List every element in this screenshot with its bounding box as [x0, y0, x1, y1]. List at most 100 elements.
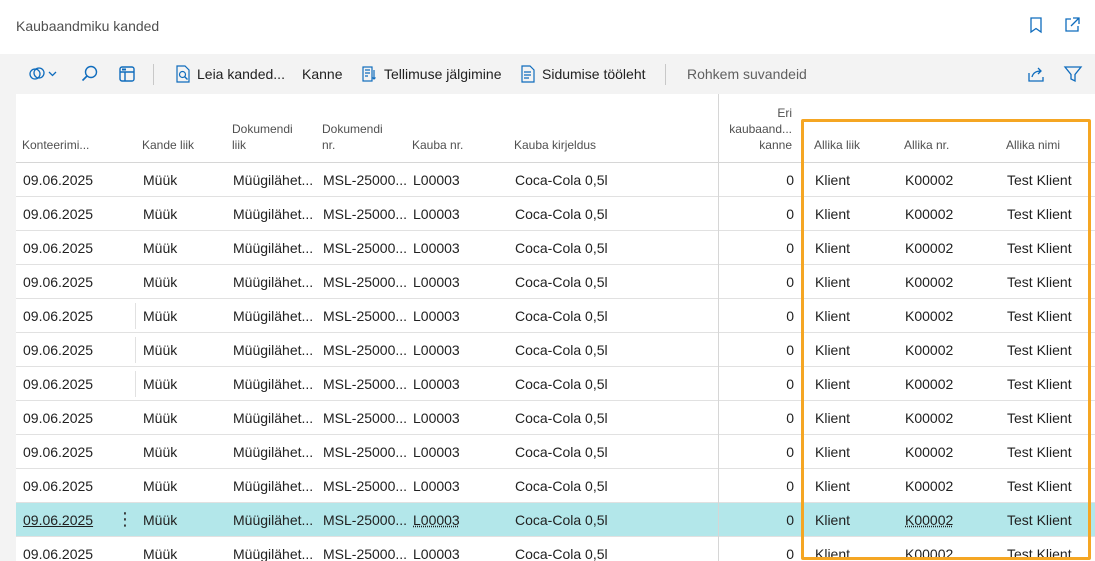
- posting-date-cell[interactable]: 09.06.2025: [23, 367, 113, 401]
- document-no-cell: MSL-25000...: [323, 376, 408, 392]
- column-header-document-no[interactable]: Dokumendi nr.: [322, 121, 383, 153]
- bookmark-icon[interactable]: [1027, 16, 1047, 36]
- document-type-cell: Müügilähet...: [233, 444, 314, 460]
- table-row[interactable]: 09.06.2025 Müük Müügilähet... MSL-25000... L…: [16, 537, 1095, 561]
- find-entries-button[interactable]: Leia kanded...: [174, 54, 285, 94]
- table-row[interactable]: 09.06.2025 Müük Müügilähet... MSL-25000... L…: [16, 163, 1095, 197]
- entry-type-cell: Müük: [143, 240, 178, 256]
- share-icon: [1026, 64, 1046, 84]
- posting-date-cell[interactable]: 09.06.2025: [23, 265, 113, 299]
- source-type-cell: Klient: [815, 512, 851, 528]
- posting-date-cell[interactable]: 09.06.2025: [23, 299, 113, 333]
- list-layout-icon: [117, 64, 137, 84]
- document-type-cell: Müügilähet...: [233, 376, 314, 392]
- document-type-cell: Müügilähet...: [233, 274, 314, 290]
- item-description-cell: Coca-Cola 0,5l: [515, 240, 608, 256]
- source-no-cell: K00002: [905, 206, 954, 222]
- source-type-cell: Klient: [815, 308, 851, 324]
- source-no-cell: K00002: [905, 172, 954, 188]
- cell-divider: [135, 371, 136, 397]
- table-row[interactable]: 09.06.2025 Müük Müügilähet... MSL-25000... L…: [16, 435, 1095, 469]
- entry-menu-button[interactable]: Kanne: [302, 54, 342, 94]
- toolbar-divider: [153, 64, 154, 85]
- entry-type-cell: Müük: [143, 444, 178, 460]
- order-tracking-button[interactable]: Tellimuse jälgimine: [361, 54, 502, 94]
- header-line: liik: [232, 138, 246, 152]
- list-header: Konteerimi... Kande liik Dokumendi liik …: [16, 94, 1095, 163]
- order-tracking-label: Tellimuse jälgimine: [384, 66, 502, 82]
- column-header-item-description[interactable]: Kauba kirjeldus: [514, 137, 596, 153]
- open-in-new-window-icon[interactable]: [1063, 16, 1083, 36]
- table-row[interactable]: 09.06.2025 Müük Müügilähet... MSL-25000... L…: [16, 231, 1095, 265]
- item-no-cell: L00003: [413, 308, 460, 324]
- item-no-cell: L00003: [413, 376, 460, 392]
- column-header-source-no[interactable]: Allika nr.: [904, 137, 949, 153]
- entry-type-cell: Müük: [143, 206, 178, 222]
- source-type-cell: Klient: [815, 410, 851, 426]
- document-type-cell: Müügilähet...: [233, 240, 314, 256]
- table-row[interactable]: 09.06.2025 Müük Müügilähet... MSL-25000... L…: [16, 197, 1095, 231]
- document-type-cell: Müügilähet...: [233, 410, 314, 426]
- row-actions-menu-icon[interactable]: ⋮: [116, 503, 134, 537]
- source-name-cell: Test Klient: [1007, 206, 1072, 222]
- table-row[interactable]: 09.06.2025 Müük Müügilähet... MSL-25000... L…: [16, 401, 1095, 435]
- column-header-item-no[interactable]: Kauba nr.: [412, 137, 463, 153]
- table-row[interactable]: 09.06.2025 Müük Müügilähet... MSL-25000... L…: [16, 299, 1095, 333]
- document-no-cell: MSL-25000...: [323, 546, 408, 561]
- header-line: Dokumendi: [232, 122, 293, 136]
- filter-button[interactable]: [1063, 54, 1083, 94]
- item-description-cell: Coca-Cola 0,5l: [515, 512, 608, 528]
- column-header-entry-type[interactable]: Kande liik: [142, 137, 194, 153]
- posting-date-cell[interactable]: 09.06.2025: [23, 231, 113, 265]
- item-description-cell: Coca-Cola 0,5l: [515, 274, 608, 290]
- applied-entry-cell: 0: [786, 240, 794, 256]
- posting-date-cell[interactable]: 09.06.2025: [23, 469, 113, 503]
- item-description-cell: Coca-Cola 0,5l: [515, 478, 608, 494]
- document-type-cell: Müügilähet...: [233, 512, 314, 528]
- column-header-document-type[interactable]: Dokumendi liik: [232, 121, 293, 153]
- column-header-posting-date[interactable]: Konteerimi...: [22, 137, 89, 153]
- posting-date-cell[interactable]: 09.06.2025: [23, 401, 113, 435]
- entry-menu-label: Kanne: [302, 66, 343, 82]
- header-line: kanne: [759, 138, 792, 152]
- document-type-cell: Müügilähet...: [233, 478, 314, 494]
- entry-type-cell: Müük: [143, 376, 178, 392]
- posting-date-cell[interactable]: 09.06.2025: [23, 537, 113, 561]
- entries-list: Konteerimi... Kande liik Dokumendi liik …: [16, 94, 1095, 561]
- action-bar: Leia kanded... Kanne Tellimuse jälgimine…: [16, 54, 1095, 94]
- posting-date-cell[interactable]: 09.06.2025: [23, 435, 113, 469]
- table-row[interactable]: 09.06.2025 Müük Müügilähet... MSL-25000... L…: [16, 265, 1095, 299]
- table-row-selected[interactable]: 09.06.2025 Müük Müügilähet... MSL-25000... L…: [16, 503, 1095, 537]
- find-entries-label: Leia kanded...: [197, 66, 285, 82]
- views-button[interactable]: [28, 54, 58, 94]
- item-description-cell: Coca-Cola 0,5l: [515, 206, 608, 222]
- applied-entry-cell: 0: [786, 172, 794, 188]
- column-header-source-name[interactable]: Allika nimi: [1006, 137, 1060, 153]
- source-type-cell: Klient: [815, 376, 851, 392]
- posting-date-cell[interactable]: 09.06.2025: [23, 163, 113, 197]
- applied-entry-cell: 0: [786, 206, 794, 222]
- search-button[interactable]: [80, 54, 100, 94]
- item-description-cell: Coca-Cola 0,5l: [515, 546, 608, 561]
- applied-entry-cell: 0: [786, 308, 794, 324]
- application-worksheet-button[interactable]: Sidumise tööleht: [519, 54, 646, 94]
- column-header-source-type[interactable]: Allika liik: [814, 137, 860, 153]
- share-button[interactable]: [1026, 54, 1046, 94]
- table-row[interactable]: 09.06.2025 Müük Müügilähet... MSL-25000... L…: [16, 333, 1095, 367]
- source-no-cell: K00002: [905, 376, 954, 392]
- posting-date-cell[interactable]: 09.06.2025: [23, 503, 113, 537]
- more-options-button[interactable]: Rohkem suvandeid: [687, 54, 807, 94]
- applied-entry-cell: 0: [786, 444, 794, 460]
- page-header: Kaubaandmiku kanded: [0, 0, 1095, 54]
- table-row[interactable]: 09.06.2025 Müük Müügilähet... MSL-25000... L…: [16, 469, 1095, 503]
- application-worksheet-label: Sidumise tööleht: [542, 66, 646, 82]
- table-row[interactable]: 09.06.2025 Müük Müügilähet... MSL-25000... L…: [16, 367, 1095, 401]
- posting-date-cell[interactable]: 09.06.2025: [23, 197, 113, 231]
- layout-button[interactable]: [117, 54, 137, 94]
- posting-date-cell[interactable]: 09.06.2025: [23, 333, 113, 367]
- source-name-cell: Test Klient: [1007, 546, 1072, 561]
- applied-entry-cell: 0: [786, 546, 794, 561]
- column-header-applied-entry[interactable]: Eri kaubaand... kanne: [716, 105, 792, 153]
- item-no-cell: L00003: [413, 240, 460, 256]
- cell-divider: [135, 337, 136, 363]
